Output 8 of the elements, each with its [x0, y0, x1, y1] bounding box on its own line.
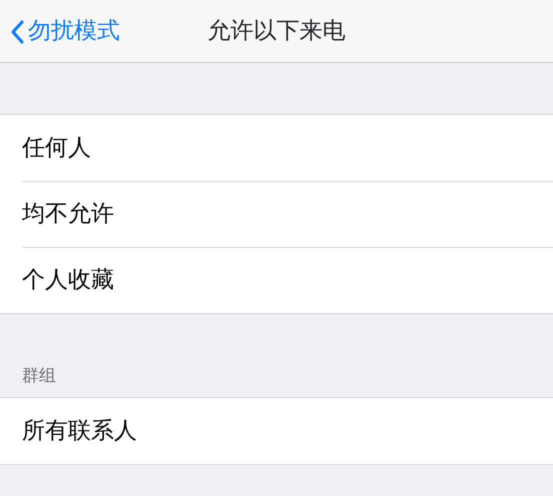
page-title: 允许以下来电	[208, 17, 346, 46]
list-item[interactable]: 均不允许	[22, 196, 114, 232]
back-chevron-icon	[10, 20, 24, 44]
list-item[interactable]: 所有联系人	[22, 414, 137, 448]
list-item[interactable]: 任何人	[22, 130, 91, 166]
section-header: 群组	[21, 364, 56, 388]
list-item[interactable]: 个人收藏	[22, 262, 114, 298]
back-button[interactable]: 勿扰模式	[0, 0, 120, 63]
